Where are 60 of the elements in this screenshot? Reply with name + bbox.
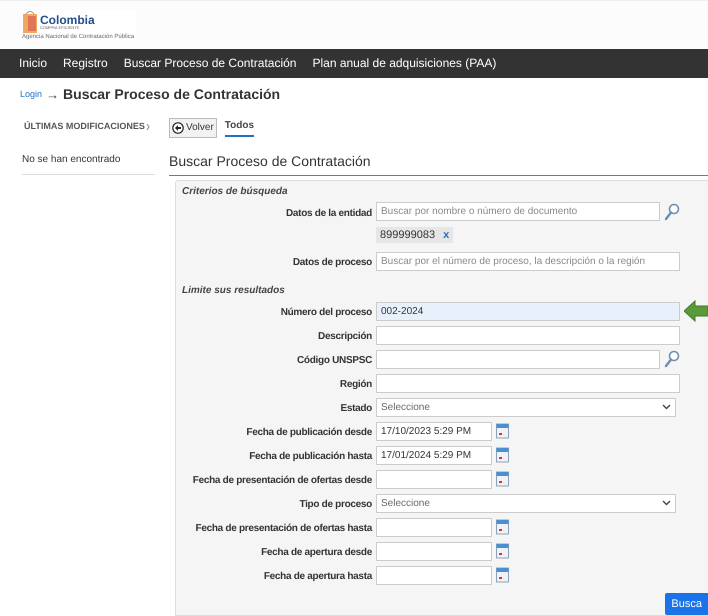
page-title: Buscar Proceso de Contratación [63,85,280,104]
input-field[interactable]: Buscar por nombre o número de documento [376,202,660,221]
input-field[interactable] [376,350,660,368]
section-title: Criterios de búsqueda [182,184,289,198]
calendar-icon[interactable] [496,519,509,535]
shopping-bag-icon [22,10,38,34]
tag-text: 899999083 [380,228,436,242]
field-label: Fecha de publicación hasta [249,451,372,462]
logo-name: Colombia [40,14,95,26]
tab[interactable]: Todos [224,118,254,137]
chevron-down-icon [662,500,671,506]
remove-tag-button[interactable]: x [443,226,450,243]
field-label: Fecha de apertura desde [261,547,372,558]
field-label: Fecha de presentación de ofertas hasta [196,523,372,534]
select-field[interactable]: Seleccione [376,398,676,416]
arrow-icon [684,300,708,322]
date-field[interactable] [376,470,492,488]
calendar-icon[interactable] [496,471,509,487]
section-title: Limite sus resultados [182,284,286,298]
input-field[interactable]: Buscar por el número de proceso, la descripción o la región [376,252,680,270]
select-field[interactable]: Seleccione [376,494,676,512]
chevron-down-icon [662,404,671,410]
field-label: Número del proceso [280,307,372,318]
empty-message: No se han encontrado [22,154,120,164]
field-label: Fecha de apertura hasta [264,571,372,582]
field-label: Fecha de publicación desde [246,427,372,438]
nav-link[interactable]: Buscar Proceso de Contratación [124,54,296,72]
date-field[interactable]: 17/10/2023 5:29 PM [376,422,492,440]
date-field[interactable] [376,566,492,584]
field-label: Región [340,379,372,390]
breadcrumb-separator: → [46,86,60,104]
search-icon[interactable] [664,350,680,368]
nav-link[interactable]: Registro [63,54,108,72]
sidebar-title: ÚLTIMAS MODIFICACIONES [24,120,145,133]
calendar-icon[interactable] [496,423,509,439]
field-label: Datos de la entidad [286,208,372,218]
calendar-icon[interactable] [496,543,509,559]
breadcrumb-link[interactable]: Login [20,88,42,102]
nav-link[interactable]: Plan anual de adquisiciones (PAA) [312,54,496,72]
calendar-icon[interactable] [496,567,509,583]
date-field[interactable]: 17/01/2024 5:29 PM [376,446,492,464]
search-icon[interactable] [664,202,680,220]
date-field[interactable] [376,542,492,560]
back-button[interactable]: Volver [169,118,217,138]
field-label: Estado [340,403,372,414]
field-label: Datos de proceso [292,257,372,268]
date-field[interactable] [376,518,492,536]
input-field[interactable] [376,326,680,344]
search-button[interactable]: Busca [665,593,708,615]
arrow-left-icon [172,122,184,134]
field-label: Descripción [318,331,372,342]
field-label: Fecha de presentación de ofertas desde [192,475,372,486]
field-label: Código UNSPSC [297,355,372,366]
form-title: Buscar Proceso de Contratación [169,152,371,168]
collapse-icon[interactable] [146,122,150,130]
calendar-icon[interactable] [496,447,509,463]
nav-link[interactable]: Inicio [19,54,48,72]
field-label: Tipo de proceso [299,499,372,510]
input-field[interactable]: 002-2024 [376,302,680,320]
input-field[interactable] [376,374,680,392]
